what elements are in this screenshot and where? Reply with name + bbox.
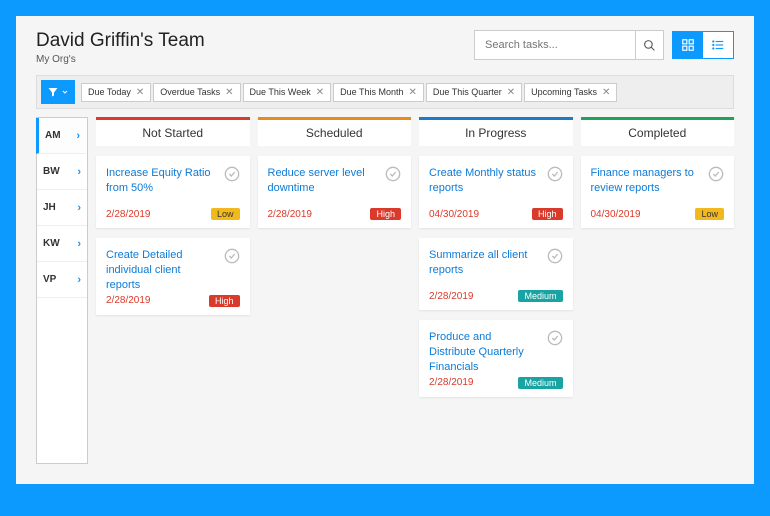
page-subtitle: My Org's [36,54,205,65]
grid-icon [681,38,695,52]
filter-chip-label: Due This Week [250,87,311,97]
task-title: Create Monthly status reports [429,166,563,206]
person-initials: KW [43,238,60,249]
person-item[interactable]: AM › [36,118,86,154]
card-footer: 2/28/2019 Low [106,208,240,220]
chevron-right-icon: › [77,202,81,214]
task-title: Summarize all client reports [429,248,563,288]
task-card[interactable]: Create Detailed individual client report… [96,238,250,315]
task-title: Reduce server level downtime [268,166,402,206]
filter-chip[interactable]: Due This Week ✕ [243,83,332,102]
check-circle-icon [385,166,401,182]
close-icon[interactable]: ✕ [602,87,610,98]
card-footer: 04/30/2019 Low [591,208,725,220]
task-title: Finance managers to review reports [591,166,725,206]
funnel-icon [47,86,59,98]
task-card[interactable]: Increase Equity Ratio from 50% 2/28/2019 L… [96,156,250,228]
search-icon [643,39,656,52]
priority-badge: Medium [518,377,562,389]
task-card[interactable]: Create Monthly status reports 04/30/2019 H… [419,156,573,228]
filter-chip-label: Due Today [88,87,131,97]
task-date: 04/30/2019 [591,209,641,220]
filter-chip-label: Upcoming Tasks [531,87,597,97]
person-initials: JH [43,202,56,213]
priority-badge: High [209,295,240,307]
chevron-right-icon: › [76,130,80,142]
chevron-down-icon [61,88,69,96]
chevron-right-icon: › [77,166,81,178]
card-footer: 2/28/2019 Medium [429,290,563,302]
task-card[interactable]: Summarize all client reports 2/28/2019 Med… [419,238,573,310]
check-circle-icon [547,166,563,182]
check-circle-icon [547,248,563,264]
close-icon[interactable]: ✕ [507,87,515,98]
card-footer: 2/28/2019 Medium [429,377,563,389]
task-title: Increase Equity Ratio from 50% [106,166,240,206]
view-list-button[interactable] [703,32,733,58]
column-header: Completed [581,117,735,146]
view-toggle [672,31,734,59]
search-button[interactable] [635,31,663,59]
people-list: AM › BW › JH › KW › VP › [36,117,88,464]
close-icon[interactable]: ✕ [136,87,144,98]
task-card[interactable]: Finance managers to review reports 04/30/… [581,156,735,228]
column-header: In Progress [419,117,573,146]
check-circle-icon [224,166,240,182]
card-footer: 2/28/2019 High [268,208,402,220]
person-item[interactable]: KW › [37,226,87,262]
filter-chip[interactable]: Upcoming Tasks ✕ [524,83,617,102]
chevron-right-icon: › [77,238,81,250]
search-input[interactable] [475,33,635,57]
person-item[interactable]: VP › [37,262,87,298]
kanban-column: Scheduled Reduce server level downtime 2/2… [258,117,412,464]
kanban-column: Not Started Increase Equity Ratio from 50… [96,117,250,464]
filter-chip-label: Due This Month [340,87,403,97]
close-icon[interactable]: ✕ [316,87,324,98]
check-circle-icon [547,330,563,346]
search-wrap [474,30,664,60]
task-date: 04/30/2019 [429,209,479,220]
card-footer: 2/28/2019 High [106,295,240,307]
view-grid-button[interactable] [673,32,703,58]
task-date: 2/28/2019 [429,291,474,302]
filter-chip-label: Overdue Tasks [160,87,220,97]
priority-badge: Low [695,208,724,220]
person-item[interactable]: JH › [37,190,87,226]
check-circle-icon [224,248,240,264]
close-icon[interactable]: ✕ [225,87,233,98]
list-icon [711,38,725,52]
filter-chip[interactable]: Due This Month ✕ [333,83,424,102]
person-initials: VP [43,274,56,285]
filter-chip[interactable]: Due This Quarter ✕ [426,83,522,102]
kanban-column: Completed Finance managers to review repo… [581,117,735,464]
filter-chip[interactable]: Overdue Tasks ✕ [153,83,240,102]
task-date: 2/28/2019 [268,209,313,220]
task-date: 2/28/2019 [429,377,474,388]
column-header: Scheduled [258,117,412,146]
person-initials: AM [45,130,61,141]
filter-button[interactable] [41,80,75,104]
task-date: 2/28/2019 [106,209,151,220]
priority-badge: High [370,208,401,220]
task-date: 2/28/2019 [106,295,151,306]
close-icon[interactable]: ✕ [409,87,417,98]
filter-chip-label: Due This Quarter [433,87,502,97]
person-initials: BW [43,166,60,177]
chevron-right-icon: › [77,274,81,286]
task-title: Create Detailed individual client report… [106,248,240,293]
priority-badge: Medium [518,290,562,302]
filter-chip[interactable]: Due Today ✕ [81,83,151,102]
card-footer: 04/30/2019 High [429,208,563,220]
page-title: David Griffin's Team [36,30,205,52]
check-circle-icon [708,166,724,182]
task-card[interactable]: Reduce server level downtime 2/28/2019 Hig… [258,156,412,228]
task-card[interactable]: Produce and Distribute Quarterly Financi… [419,320,573,397]
priority-badge: Low [211,208,240,220]
task-title: Produce and Distribute Quarterly Financi… [429,330,563,375]
priority-badge: High [532,208,563,220]
column-header: Not Started [96,117,250,146]
kanban-column: In Progress Create Monthly status reports… [419,117,573,464]
person-item[interactable]: BW › [37,154,87,190]
filter-bar: Due Today✕Overdue Tasks✕Due This Week✕Du… [36,75,734,109]
